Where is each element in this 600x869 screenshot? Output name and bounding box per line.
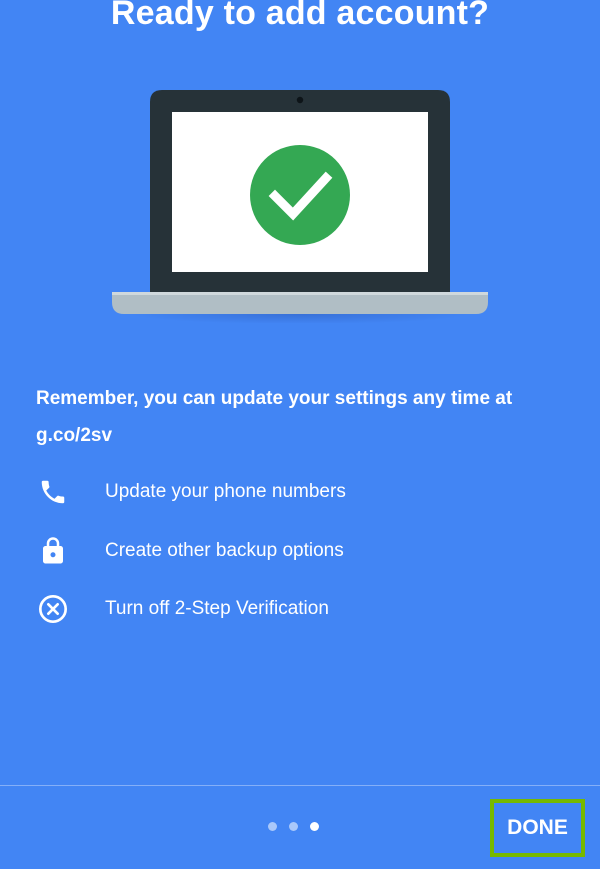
option-update-phone: Update your phone numbers bbox=[36, 472, 576, 512]
page-dot bbox=[268, 822, 277, 831]
option-label: Update your phone numbers bbox=[105, 481, 346, 502]
page-indicator bbox=[268, 822, 319, 831]
lock-icon bbox=[36, 534, 70, 568]
cancel-circle-icon bbox=[36, 592, 70, 626]
option-label: Turn off 2-Step Verification bbox=[105, 598, 329, 619]
footer-divider bbox=[0, 785, 600, 786]
page-dot bbox=[289, 822, 298, 831]
option-turn-off-2sv: Turn off 2-Step Verification bbox=[36, 589, 576, 629]
done-button[interactable]: DONE bbox=[490, 799, 585, 857]
page-title: Ready to add account? bbox=[110, 0, 490, 32]
phone-icon bbox=[36, 475, 70, 509]
laptop-checkmark-illustration bbox=[110, 88, 490, 324]
page-dot-active bbox=[310, 822, 319, 831]
option-backup-options: Create other backup options bbox=[36, 531, 576, 571]
option-label: Create other backup options bbox=[105, 540, 344, 561]
settings-reminder-text: Remember, you can update your settings a… bbox=[36, 388, 513, 446]
